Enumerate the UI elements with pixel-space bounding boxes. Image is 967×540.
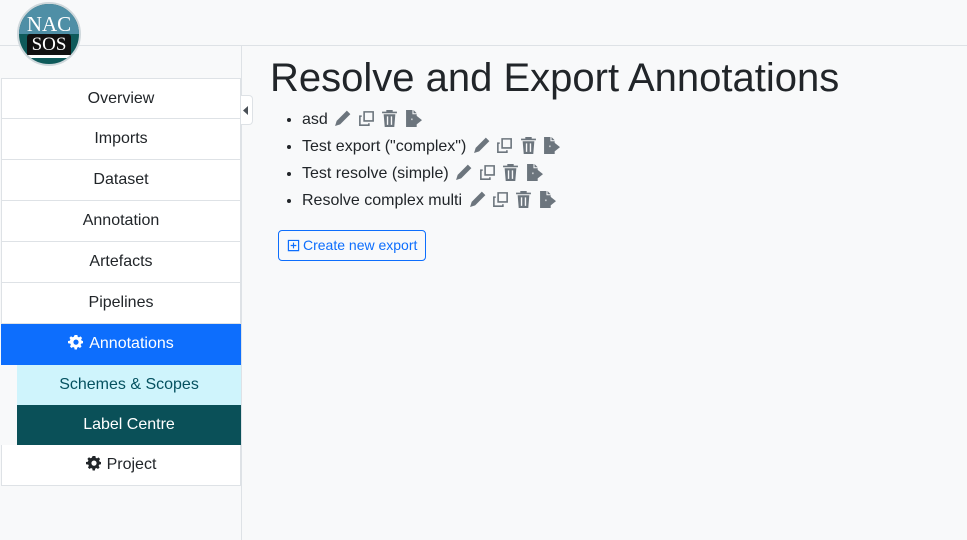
file-export-icon[interactable] (543, 137, 561, 154)
list-item: Test export ("complex") (302, 135, 960, 162)
list-item: asd (302, 108, 960, 135)
export-actions (332, 110, 422, 135)
export-name: asd (302, 111, 328, 128)
sidebar-collapse-toggle[interactable] (241, 95, 253, 125)
file-export-icon[interactable] (539, 191, 556, 208)
sidebar-subitem-schemes-scopes[interactable]: Schemes & Scopes (17, 365, 241, 405)
nacsos-logo[interactable]: NAC SOS (17, 2, 81, 66)
export-name: Test export ("complex") (302, 138, 467, 155)
copy-icon[interactable] (479, 164, 496, 181)
create-new-export-button[interactable]: Create new export (278, 230, 427, 261)
trash-icon[interactable] (520, 137, 537, 154)
sidebar-subitem-label-centre[interactable]: Label Centre (17, 405, 241, 445)
sidebar-item-imports[interactable]: Imports (1, 119, 241, 160)
copy-icon[interactable] (358, 110, 375, 127)
file-export-icon[interactable] (405, 110, 422, 127)
sidebar-item-label: Annotations (89, 335, 174, 352)
main-content: Resolve and Export Annotations asd Test … (270, 54, 960, 261)
export-name: Resolve complex multi (302, 192, 463, 209)
pencil-icon[interactable] (469, 191, 486, 208)
sidebar-nav: Overview Imports Dataset Annotation Arte… (1, 78, 241, 486)
trash-icon[interactable] (381, 110, 398, 127)
copy-icon[interactable] (492, 191, 509, 208)
gear-icon (85, 456, 101, 471)
export-name: Test resolve (simple) (302, 165, 449, 182)
sidebar-item-dataset[interactable]: Dataset (1, 160, 241, 201)
top-bar (0, 0, 967, 46)
sidebar-item-project[interactable]: Project (1, 445, 241, 486)
sidebar-item-label: Project (106, 456, 157, 473)
create-new-export-label: Create new export (303, 237, 418, 253)
chevron-left-icon (243, 106, 248, 115)
sidebar: Overview Imports Dataset Annotation Arte… (0, 46, 242, 540)
list-item: Resolve complex multi (302, 189, 960, 216)
pencil-icon[interactable] (473, 137, 490, 154)
trash-icon[interactable] (502, 164, 519, 181)
export-actions (467, 191, 556, 216)
sidebar-item-artefacts[interactable]: Artefacts (1, 242, 241, 283)
file-export-icon[interactable] (526, 164, 543, 181)
export-actions (471, 137, 561, 162)
copy-icon[interactable] (496, 137, 513, 154)
sidebar-item-overview[interactable]: Overview (1, 78, 241, 119)
page-title: Resolve and Export Annotations (270, 56, 840, 100)
plus-square-icon (287, 239, 300, 252)
gear-icon (68, 335, 84, 350)
pencil-icon[interactable] (334, 110, 351, 127)
export-list: asd Test export ("complex") Test resolve… (302, 108, 960, 216)
sidebar-item-annotation[interactable]: Annotation (1, 201, 241, 242)
logo-top-text: NAC (19, 4, 79, 36)
pencil-icon[interactable] (455, 164, 472, 181)
trash-icon[interactable] (515, 191, 532, 208)
sidebar-item-annotations[interactable]: Annotations (1, 324, 241, 365)
logo-bottom-text: SOS (27, 34, 71, 58)
list-item: Test resolve (simple) (302, 162, 960, 189)
sidebar-item-pipelines[interactable]: Pipelines (1, 283, 241, 324)
export-actions (453, 164, 543, 189)
